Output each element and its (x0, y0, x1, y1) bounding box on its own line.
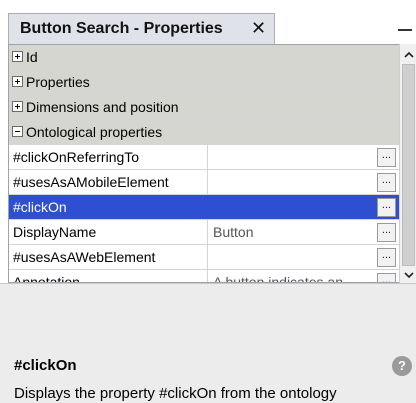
property-value[interactable] (208, 170, 377, 194)
minimize-icon[interactable] (398, 29, 412, 31)
category-label: Properties (26, 74, 90, 90)
category-row-ontological[interactable]: Ontological properties (9, 120, 399, 145)
property-name: #clickOn (9, 195, 208, 219)
property-row-usesasawebelement[interactable]: #usesAsAWebElement ... (9, 245, 399, 270)
chevron-up-icon[interactable] (400, 48, 416, 62)
help-icon[interactable]: ? (392, 356, 412, 376)
property-value[interactable]: A button indicates an... (208, 270, 377, 282)
ellipsis-button[interactable]: ... (377, 223, 396, 242)
property-row-clickon[interactable]: #clickOn ... (9, 195, 399, 220)
property-value[interactable]: Button (208, 220, 377, 244)
ellipsis-button[interactable]: ... (377, 273, 396, 282)
property-name: DisplayName (9, 220, 208, 244)
description-panel: #clickOn Displays the property #clickOn … (0, 283, 416, 403)
property-value[interactable] (208, 195, 377, 219)
property-name: Annotation (9, 270, 208, 282)
property-name: #usesAsAMobileElement (9, 170, 208, 194)
vertical-scrollbar[interactable] (399, 44, 416, 283)
plus-box-icon[interactable] (12, 101, 23, 112)
property-value[interactable] (208, 245, 377, 269)
chevron-down-icon[interactable] (400, 268, 416, 282)
tab-properties[interactable]: Button Search - Properties ✕ (8, 13, 275, 44)
property-row-usesasamobileelement[interactable]: #usesAsAMobileElement ... (9, 170, 399, 195)
category-label: Id (26, 49, 38, 65)
category-row-properties[interactable]: Properties (9, 70, 399, 95)
close-icon[interactable]: ✕ (251, 17, 266, 39)
category-label: Ontological properties (26, 124, 163, 140)
description-text: Displays the property #clickOn from the … (14, 385, 337, 402)
plus-box-icon[interactable] (12, 76, 23, 87)
property-row-annotation[interactable]: Annotation A button indicates an... ... (9, 270, 399, 282)
property-name: #usesAsAWebElement (9, 245, 208, 269)
ellipsis-button[interactable]: ... (377, 148, 396, 167)
plus-box-icon[interactable] (12, 51, 23, 62)
ellipsis-button[interactable]: ... (377, 248, 396, 267)
property-value[interactable] (208, 145, 377, 169)
tab-title: Button Search - Properties (20, 20, 223, 37)
minus-box-icon[interactable] (12, 126, 23, 137)
tab-bar: Button Search - Properties ✕ (0, 0, 416, 44)
category-row-id[interactable]: Id (9, 45, 399, 70)
scrollbar-thumb[interactable] (402, 64, 415, 266)
description-title: #clickOn (14, 357, 77, 374)
category-row-dimensions[interactable]: Dimensions and position (9, 95, 399, 120)
ellipsis-button[interactable]: ... (377, 173, 396, 192)
ellipsis-button[interactable]: ... (377, 198, 396, 217)
property-row-clickonreferringto[interactable]: #clickOnReferringTo ... (9, 145, 399, 170)
property-row-displayname[interactable]: DisplayName Button ... (9, 220, 399, 245)
property-grid: Id Properties Dimensions and position On… (8, 44, 400, 283)
category-label: Dimensions and position (26, 99, 179, 115)
property-name: #clickOnReferringTo (9, 145, 208, 169)
